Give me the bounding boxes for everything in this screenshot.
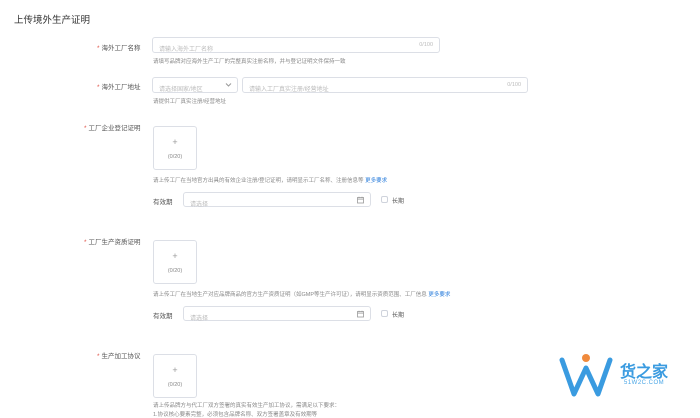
factory-address-input-wrap[interactable]: 0/100 — [242, 77, 528, 97]
factory-name-label: * 海外工厂名称 — [97, 42, 141, 52]
factory-name-counter: 0/100 — [419, 42, 433, 48]
processing-agreement-hint-2: 1.协议核心要素完整，必须包含品牌名称、双方签署盖章及有效期等 — [153, 412, 318, 418]
registration-cert-hint: 请上传工厂在当地官方出具的有效企业注册/登记证明，请明显示工厂名称、注册信息等 … — [153, 176, 387, 184]
watermark-text: 货之家 — [620, 364, 669, 381]
watermark: 货之家 51W2C.COM — [556, 346, 696, 414]
watermark-logo-icon — [559, 354, 613, 397]
production-cert-date-picker[interactable] — [183, 306, 371, 326]
section-title: 上传境外生产证明 — [14, 15, 91, 26]
more-requirements-link[interactable]: 更多要求 — [428, 292, 450, 298]
registration-cert-label-text: 工厂企业登记证明 — [88, 125, 141, 132]
required-mark: * — [97, 45, 100, 52]
factory-name-hint: 请填写品牌对应海外生产工厂的完整真实注册名称，并与登记证明文件保持一致 — [153, 59, 346, 65]
validity-label: 有效期 — [153, 313, 173, 320]
production-cert-hint: 请上传工厂在当地生产对应品牌商品的官方生产资质证明（如GMP等生产许可证），请明… — [153, 290, 450, 298]
calendar-icon — [357, 196, 364, 203]
plus-icon: + — [172, 365, 178, 375]
production-cert-long-term-checkbox[interactable] — [381, 310, 388, 317]
required-mark: * — [84, 125, 87, 132]
processing-agreement-hint: 请上传品牌方与代工厂双方签署的真实有效生产加工协议，需满足以下要求： — [153, 403, 341, 409]
registration-cert-date-picker[interactable] — [183, 192, 371, 212]
upload-count: (0/20) — [167, 154, 183, 160]
production-cert-hint-text: 请上传工厂在当地生产对应品牌商品的官方生产资质证明（如GMP等生产许可证），请明… — [153, 292, 427, 298]
upload-count: (0/20) — [167, 382, 183, 388]
registration-cert-date-input[interactable] — [184, 198, 370, 212]
plus-icon: + — [172, 137, 178, 147]
factory-address-label: * 海外工厂地址 — [97, 81, 141, 91]
registration-cert-upload[interactable]: + (0/20) — [153, 126, 197, 170]
factory-address-label-text: 海外工厂地址 — [101, 84, 141, 91]
long-term-label: 长期 — [392, 313, 405, 319]
processing-agreement-label-text: 生产加工协议 — [101, 353, 141, 360]
chevron-down-icon — [225, 83, 232, 87]
production-cert-date-input[interactable] — [184, 312, 370, 326]
production-cert-upload[interactable]: + (0/20) — [153, 240, 197, 284]
registration-cert-hint-text: 请上传工厂在当地官方出具的有效企业注册/登记证明，请明显示工厂名称、注册信息等 — [153, 178, 364, 184]
validity-label: 有效期 — [153, 199, 173, 206]
calendar-icon — [357, 310, 364, 317]
factory-address-counter: 0/100 — [507, 82, 521, 88]
production-cert-label-text: 工厂生产资质证明 — [88, 239, 141, 246]
processing-agreement-upload[interactable]: + (0/20) — [153, 354, 197, 398]
factory-name-label-text: 海外工厂名称 — [101, 45, 141, 52]
watermark-sub: 51W2C.COM — [624, 380, 665, 386]
upload-count: (0/20) — [167, 268, 183, 274]
processing-agreement-label: * 生产加工协议 — [97, 350, 141, 360]
plus-icon: + — [172, 251, 178, 261]
registration-cert-label: * 工厂企业登记证明 — [84, 122, 141, 132]
more-requirements-link[interactable]: 更多要求 — [365, 178, 387, 184]
country-select[interactable] — [152, 77, 238, 97]
factory-address-hint: 请提供工厂真实注册/经营地址 — [153, 99, 227, 105]
production-cert-label: * 工厂生产资质证明 — [84, 236, 141, 246]
long-term-label: 长期 — [392, 199, 405, 205]
factory-name-input[interactable] — [153, 43, 439, 57]
registration-cert-long-term-checkbox[interactable] — [381, 196, 388, 203]
required-mark: * — [97, 353, 100, 360]
factory-name-input-wrap[interactable]: 0/100 — [152, 37, 440, 57]
factory-address-input[interactable] — [243, 83, 527, 97]
required-mark: * — [97, 84, 100, 91]
required-mark: * — [84, 239, 87, 246]
